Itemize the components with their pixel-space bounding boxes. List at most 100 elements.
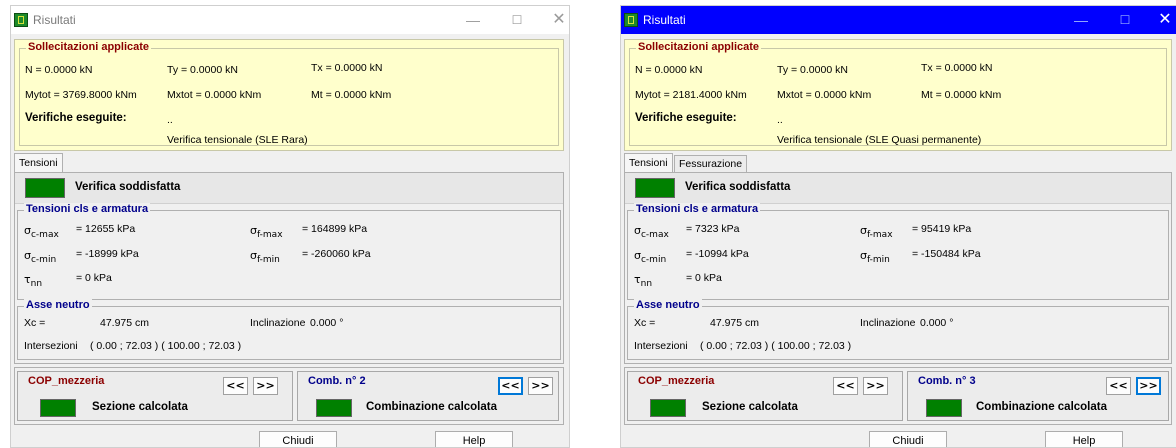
verification-status-row: Verifica soddisfatta — [15, 173, 563, 204]
combination-panel: Comb. n° 2 << >> Combinazione calcolata — [297, 371, 559, 421]
inclination-value: 0.000 ° — [920, 317, 954, 329]
tab-content: Verifica soddisfatta Tensioni cls e arma… — [624, 172, 1172, 364]
verifica-type: Verifica tensionale (SLE Rara) — [167, 134, 308, 146]
section-status-indicator — [40, 399, 76, 417]
title-bar[interactable]: Risultati — ☐ ✕ — [621, 6, 1176, 34]
minimize-button[interactable]: — — [461, 10, 485, 30]
verification-status-row: Verifica soddisfatta — [625, 173, 1171, 204]
prev-combination-button[interactable]: << — [1106, 377, 1131, 395]
applied-loads-legend: Sollecitazioni applicate — [636, 41, 762, 53]
mt-value: Mt = 0.0000 kNm — [921, 89, 1002, 101]
sigma-f-max-value: = 95419 kPa — [912, 223, 972, 235]
close-icon[interactable]: ✕ — [1153, 10, 1176, 30]
mytot-value: Mytot = 2181.4000 kNm — [635, 89, 747, 101]
sigma-f-min-label: σf-min — [860, 249, 890, 266]
next-combination-button[interactable]: >> — [528, 377, 553, 395]
mytot-value: Mytot = 3769.8000 kNm — [25, 89, 137, 101]
intersections-label: Intersezioni — [24, 340, 78, 352]
verification-status: Verifica soddisfatta — [685, 181, 791, 193]
sigma-f-min-value: = -260060 kPa — [302, 248, 371, 260]
combination-status: Combinazione calcolata — [366, 401, 498, 413]
close-button[interactable]: Chiudi — [869, 431, 947, 447]
tau-nn-value: = 0 kPa — [76, 272, 112, 284]
neutral-axis-group: Asse neutro Xc = 47.975 cm Inclinazione … — [17, 299, 561, 360]
combination-panel: Comb. n° 3 << >> Combinazione calcolata — [907, 371, 1169, 421]
sigma-f-max-label: σf-max — [250, 224, 283, 241]
prev-section-button[interactable]: << — [833, 377, 858, 395]
tx-value: Tx = 0.0000 kN — [311, 62, 383, 74]
prev-section-button[interactable]: << — [223, 377, 248, 395]
stresses-legend: Tensioni cls e armatura — [24, 203, 151, 215]
next-section-button[interactable]: >> — [253, 377, 278, 395]
section-status: Sezione calcolata — [702, 401, 798, 413]
mxtot-value: Mxtot = 0.0000 kNm — [777, 89, 872, 101]
help-button[interactable]: Help — [1045, 431, 1123, 447]
sigma-c-min-value: = -10994 kPa — [686, 248, 749, 260]
app-icon — [624, 13, 638, 27]
sigma-c-max-label: σc-max — [634, 224, 669, 241]
sigma-c-max-label: σc-max — [24, 224, 59, 241]
xc-value: 47.975 cm — [100, 317, 150, 329]
results-window-1: Risultati — ☐ ✕ Sollecitazioni applicate… — [10, 5, 570, 448]
combination-status-indicator — [926, 399, 962, 417]
n-value: N = 0.0000 kN — [635, 64, 703, 76]
section-name: COP_mezzeria — [638, 375, 715, 387]
inclination-label: Inclinazione — [250, 317, 306, 329]
inclination-value: 0.000 ° — [310, 317, 344, 329]
status-indicator-green — [635, 178, 675, 198]
tab-content: Verifica soddisfatta Tensioni cls e arma… — [14, 172, 564, 364]
section-name: COP_mezzeria — [28, 375, 105, 387]
intersections-value: ( 0.00 ; 72.03 ) ( 100.00 ; 72.03 ) — [90, 340, 242, 352]
intersections-label: Intersezioni — [634, 340, 688, 352]
tau-nn-value: = 0 kPa — [686, 272, 722, 284]
tau-nn-label: τnn — [634, 273, 653, 290]
sigma-c-max-value: = 7323 kPa — [686, 223, 740, 235]
verification-status: Verifica soddisfatta — [75, 181, 181, 193]
section-combination-area: COP_mezzeria << >> Sezione calcolata Com… — [624, 367, 1172, 425]
prev-combination-button[interactable]: << — [498, 377, 523, 395]
xc-label: Xc = — [634, 317, 656, 329]
minimize-button[interactable]: — — [1069, 10, 1093, 30]
app-icon — [14, 13, 28, 27]
sigma-c-min-label: σc-min — [634, 249, 667, 266]
sigma-f-max-label: σf-max — [860, 224, 893, 241]
maximize-button[interactable]: ☐ — [1113, 10, 1137, 30]
verifiche-value: .. — [167, 114, 173, 126]
sigma-c-min-value: = -18999 kPa — [76, 248, 139, 260]
applied-loads-panel: Sollecitazioni applicate N = 0.0000 kN T… — [14, 39, 564, 151]
mt-value: Mt = 0.0000 kNm — [311, 89, 392, 101]
sigma-c-min-label: σc-min — [24, 249, 57, 266]
sigma-f-min-label: σf-min — [250, 249, 280, 266]
help-button[interactable]: Help — [435, 431, 513, 447]
tab-fessurazione[interactable]: Fessurazione — [674, 155, 748, 172]
inclination-label: Inclinazione — [860, 317, 916, 329]
tx-value: Tx = 0.0000 kN — [921, 62, 993, 74]
title-bar[interactable]: Risultati — ☐ ✕ — [11, 6, 569, 34]
stresses-group: Tensioni cls e armatura σc-max = 12655 k… — [17, 203, 561, 300]
close-icon[interactable]: ✕ — [547, 10, 569, 30]
maximize-button[interactable]: ☐ — [505, 10, 529, 30]
xc-value: 47.975 cm — [710, 317, 760, 329]
tab-tensioni[interactable]: Tensioni — [14, 153, 63, 172]
window-title: Risultati — [643, 13, 686, 27]
section-panel: COP_mezzeria << >> Sezione calcolata — [17, 371, 293, 421]
next-combination-button[interactable]: >> — [1136, 377, 1161, 395]
section-panel: COP_mezzeria << >> Sezione calcolata — [627, 371, 903, 421]
ty-value: Ty = 0.0000 kN — [167, 64, 238, 76]
applied-loads-panel: Sollecitazioni applicate N = 0.0000 kN T… — [624, 39, 1172, 151]
section-combination-area: COP_mezzeria << >> Sezione calcolata Com… — [14, 367, 564, 425]
verifica-type: Verifica tensionale (SLE Quasi permanent… — [777, 134, 982, 146]
applied-loads-legend: Sollecitazioni applicate — [26, 41, 152, 53]
next-section-button[interactable]: >> — [863, 377, 888, 395]
verifiche-label: Verifiche eseguite: — [635, 112, 737, 124]
intersections-value: ( 0.00 ; 72.03 ) ( 100.00 ; 72.03 ) — [700, 340, 852, 352]
ty-value: Ty = 0.0000 kN — [777, 64, 848, 76]
stresses-group: Tensioni cls e armatura σc-max = 7323 kP… — [627, 203, 1169, 300]
sigma-f-max-value: = 164899 kPa — [302, 223, 368, 235]
verifiche-value: .. — [777, 114, 783, 126]
tab-tensioni[interactable]: Tensioni — [624, 153, 673, 172]
sigma-f-min-value: = -150484 kPa — [912, 248, 981, 260]
stresses-legend: Tensioni cls e armatura — [634, 203, 761, 215]
close-button[interactable]: Chiudi — [259, 431, 337, 447]
tau-nn-label: τnn — [24, 273, 43, 290]
